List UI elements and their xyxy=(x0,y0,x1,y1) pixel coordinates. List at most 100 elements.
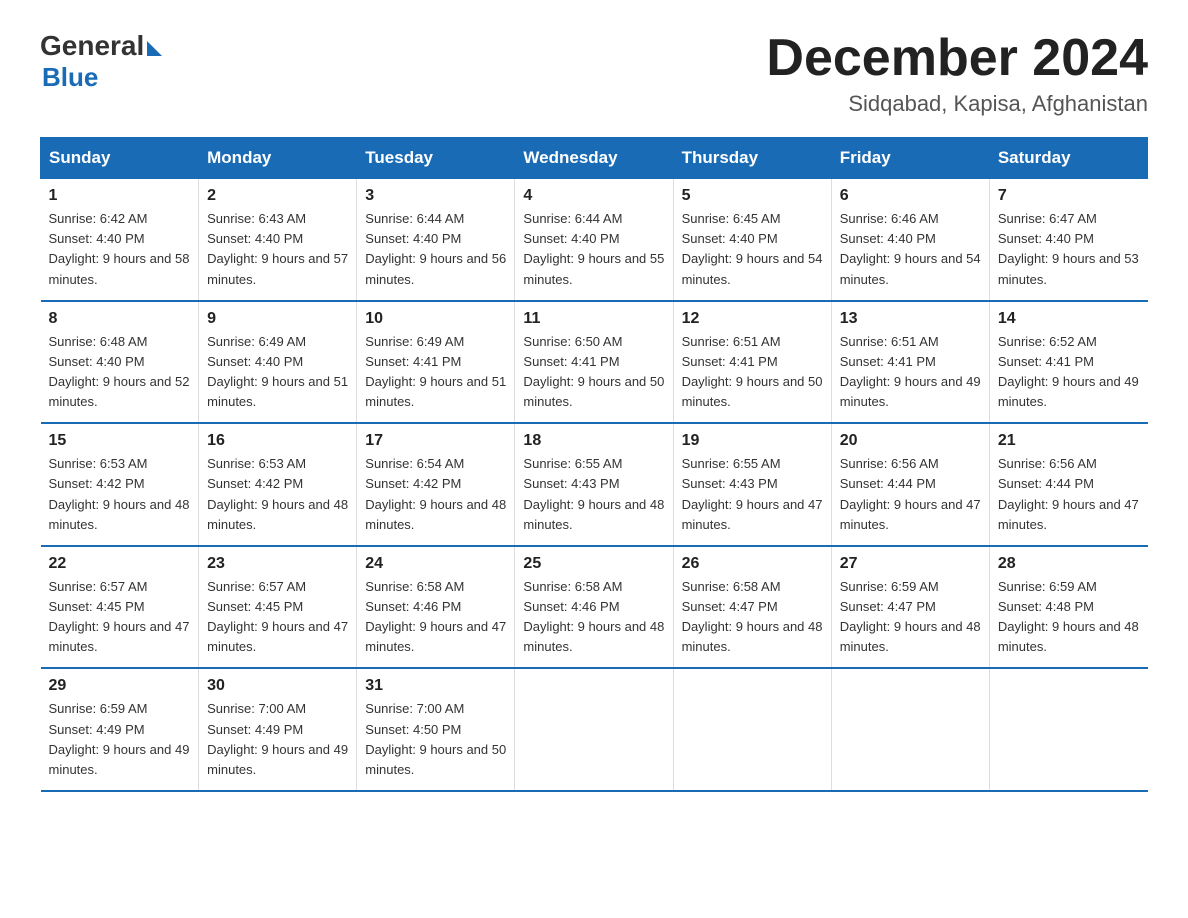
day-number: 28 xyxy=(998,555,1140,573)
day-info: Sunrise: 6:51 AM Sunset: 4:41 PM Dayligh… xyxy=(840,332,981,413)
calendar-day-cell: 20 Sunrise: 6:56 AM Sunset: 4:44 PM Dayl… xyxy=(831,423,989,546)
day-number: 18 xyxy=(523,432,664,450)
day-number: 30 xyxy=(207,677,348,695)
calendar-week-row: 1 Sunrise: 6:42 AM Sunset: 4:40 PM Dayli… xyxy=(41,179,1148,301)
day-info: Sunrise: 6:58 AM Sunset: 4:46 PM Dayligh… xyxy=(365,577,506,658)
day-number: 15 xyxy=(49,432,191,450)
calendar-day-cell: 31 Sunrise: 7:00 AM Sunset: 4:50 PM Dayl… xyxy=(357,668,515,791)
day-info: Sunrise: 6:50 AM Sunset: 4:41 PM Dayligh… xyxy=(523,332,664,413)
header-monday: Monday xyxy=(199,138,357,179)
day-number: 6 xyxy=(840,187,981,205)
day-number: 19 xyxy=(682,432,823,450)
header-saturday: Saturday xyxy=(989,138,1147,179)
day-number: 13 xyxy=(840,310,981,328)
day-number: 23 xyxy=(207,555,348,573)
calendar-week-row: 29 Sunrise: 6:59 AM Sunset: 4:49 PM Dayl… xyxy=(41,668,1148,791)
day-info: Sunrise: 7:00 AM Sunset: 4:50 PM Dayligh… xyxy=(365,699,506,780)
calendar-day-cell: 30 Sunrise: 7:00 AM Sunset: 4:49 PM Dayl… xyxy=(199,668,357,791)
day-number: 22 xyxy=(49,555,191,573)
day-info: Sunrise: 6:44 AM Sunset: 4:40 PM Dayligh… xyxy=(523,209,664,290)
calendar-day-cell: 2 Sunrise: 6:43 AM Sunset: 4:40 PM Dayli… xyxy=(199,179,357,301)
day-info: Sunrise: 7:00 AM Sunset: 4:49 PM Dayligh… xyxy=(207,699,348,780)
calendar-day-cell xyxy=(831,668,989,791)
calendar-day-cell: 7 Sunrise: 6:47 AM Sunset: 4:40 PM Dayli… xyxy=(989,179,1147,301)
day-number: 11 xyxy=(523,310,664,328)
day-number: 3 xyxy=(365,187,506,205)
logo: General Blue xyxy=(40,30,162,93)
day-info: Sunrise: 6:59 AM Sunset: 4:48 PM Dayligh… xyxy=(998,577,1140,658)
header-thursday: Thursday xyxy=(673,138,831,179)
day-number: 31 xyxy=(365,677,506,695)
logo-general-text: General xyxy=(40,30,144,62)
calendar-day-cell: 1 Sunrise: 6:42 AM Sunset: 4:40 PM Dayli… xyxy=(41,179,199,301)
location-subtitle: Sidqabad, Kapisa, Afghanistan xyxy=(766,91,1148,117)
day-number: 1 xyxy=(49,187,191,205)
day-info: Sunrise: 6:56 AM Sunset: 4:44 PM Dayligh… xyxy=(998,454,1140,535)
day-number: 20 xyxy=(840,432,981,450)
day-info: Sunrise: 6:54 AM Sunset: 4:42 PM Dayligh… xyxy=(365,454,506,535)
header-sunday: Sunday xyxy=(41,138,199,179)
title-section: December 2024 Sidqabad, Kapisa, Afghanis… xyxy=(766,30,1148,117)
day-info: Sunrise: 6:55 AM Sunset: 4:43 PM Dayligh… xyxy=(523,454,664,535)
day-info: Sunrise: 6:51 AM Sunset: 4:41 PM Dayligh… xyxy=(682,332,823,413)
day-number: 14 xyxy=(998,310,1140,328)
day-number: 12 xyxy=(682,310,823,328)
calendar-day-cell: 22 Sunrise: 6:57 AM Sunset: 4:45 PM Dayl… xyxy=(41,546,199,669)
calendar-day-cell: 4 Sunrise: 6:44 AM Sunset: 4:40 PM Dayli… xyxy=(515,179,673,301)
day-info: Sunrise: 6:58 AM Sunset: 4:46 PM Dayligh… xyxy=(523,577,664,658)
calendar-day-cell xyxy=(989,668,1147,791)
calendar-day-cell: 26 Sunrise: 6:58 AM Sunset: 4:47 PM Dayl… xyxy=(673,546,831,669)
day-info: Sunrise: 6:43 AM Sunset: 4:40 PM Dayligh… xyxy=(207,209,348,290)
calendar-day-cell xyxy=(515,668,673,791)
day-number: 4 xyxy=(523,187,664,205)
calendar-day-cell: 3 Sunrise: 6:44 AM Sunset: 4:40 PM Dayli… xyxy=(357,179,515,301)
day-number: 9 xyxy=(207,310,348,328)
calendar-day-cell: 27 Sunrise: 6:59 AM Sunset: 4:47 PM Dayl… xyxy=(831,546,989,669)
calendar-day-cell xyxy=(673,668,831,791)
calendar-day-cell: 24 Sunrise: 6:58 AM Sunset: 4:46 PM Dayl… xyxy=(357,546,515,669)
calendar-day-cell: 23 Sunrise: 6:57 AM Sunset: 4:45 PM Dayl… xyxy=(199,546,357,669)
day-info: Sunrise: 6:56 AM Sunset: 4:44 PM Dayligh… xyxy=(840,454,981,535)
calendar-day-cell: 14 Sunrise: 6:52 AM Sunset: 4:41 PM Dayl… xyxy=(989,301,1147,424)
day-number: 29 xyxy=(49,677,191,695)
calendar-day-cell: 16 Sunrise: 6:53 AM Sunset: 4:42 PM Dayl… xyxy=(199,423,357,546)
calendar-day-cell: 5 Sunrise: 6:45 AM Sunset: 4:40 PM Dayli… xyxy=(673,179,831,301)
day-number: 26 xyxy=(682,555,823,573)
day-info: Sunrise: 6:47 AM Sunset: 4:40 PM Dayligh… xyxy=(998,209,1140,290)
day-info: Sunrise: 6:49 AM Sunset: 4:40 PM Dayligh… xyxy=(207,332,348,413)
header-wednesday: Wednesday xyxy=(515,138,673,179)
header-friday: Friday xyxy=(831,138,989,179)
calendar-day-cell: 29 Sunrise: 6:59 AM Sunset: 4:49 PM Dayl… xyxy=(41,668,199,791)
day-info: Sunrise: 6:44 AM Sunset: 4:40 PM Dayligh… xyxy=(365,209,506,290)
calendar-day-cell: 6 Sunrise: 6:46 AM Sunset: 4:40 PM Dayli… xyxy=(831,179,989,301)
calendar-day-cell: 28 Sunrise: 6:59 AM Sunset: 4:48 PM Dayl… xyxy=(989,546,1147,669)
calendar-day-cell: 21 Sunrise: 6:56 AM Sunset: 4:44 PM Dayl… xyxy=(989,423,1147,546)
calendar-table: Sunday Monday Tuesday Wednesday Thursday… xyxy=(40,137,1148,792)
weekday-header-row: Sunday Monday Tuesday Wednesday Thursday… xyxy=(41,138,1148,179)
day-info: Sunrise: 6:59 AM Sunset: 4:49 PM Dayligh… xyxy=(49,699,191,780)
day-info: Sunrise: 6:48 AM Sunset: 4:40 PM Dayligh… xyxy=(49,332,191,413)
calendar-week-row: 8 Sunrise: 6:48 AM Sunset: 4:40 PM Dayli… xyxy=(41,301,1148,424)
day-number: 10 xyxy=(365,310,506,328)
calendar-week-row: 22 Sunrise: 6:57 AM Sunset: 4:45 PM Dayl… xyxy=(41,546,1148,669)
calendar-week-row: 15 Sunrise: 6:53 AM Sunset: 4:42 PM Dayl… xyxy=(41,423,1148,546)
day-number: 5 xyxy=(682,187,823,205)
day-number: 21 xyxy=(998,432,1140,450)
day-info: Sunrise: 6:55 AM Sunset: 4:43 PM Dayligh… xyxy=(682,454,823,535)
logo-blue-text: Blue xyxy=(42,62,162,93)
page-header: General Blue December 2024 Sidqabad, Kap… xyxy=(40,30,1148,117)
calendar-day-cell: 18 Sunrise: 6:55 AM Sunset: 4:43 PM Dayl… xyxy=(515,423,673,546)
calendar-day-cell: 19 Sunrise: 6:55 AM Sunset: 4:43 PM Dayl… xyxy=(673,423,831,546)
calendar-day-cell: 12 Sunrise: 6:51 AM Sunset: 4:41 PM Dayl… xyxy=(673,301,831,424)
day-info: Sunrise: 6:52 AM Sunset: 4:41 PM Dayligh… xyxy=(998,332,1140,413)
day-info: Sunrise: 6:49 AM Sunset: 4:41 PM Dayligh… xyxy=(365,332,506,413)
calendar-day-cell: 9 Sunrise: 6:49 AM Sunset: 4:40 PM Dayli… xyxy=(199,301,357,424)
day-info: Sunrise: 6:45 AM Sunset: 4:40 PM Dayligh… xyxy=(682,209,823,290)
day-info: Sunrise: 6:53 AM Sunset: 4:42 PM Dayligh… xyxy=(49,454,191,535)
calendar-day-cell: 15 Sunrise: 6:53 AM Sunset: 4:42 PM Dayl… xyxy=(41,423,199,546)
day-number: 7 xyxy=(998,187,1140,205)
calendar-day-cell: 11 Sunrise: 6:50 AM Sunset: 4:41 PM Dayl… xyxy=(515,301,673,424)
logo-triangle-icon xyxy=(147,41,162,56)
day-number: 17 xyxy=(365,432,506,450)
day-number: 25 xyxy=(523,555,664,573)
